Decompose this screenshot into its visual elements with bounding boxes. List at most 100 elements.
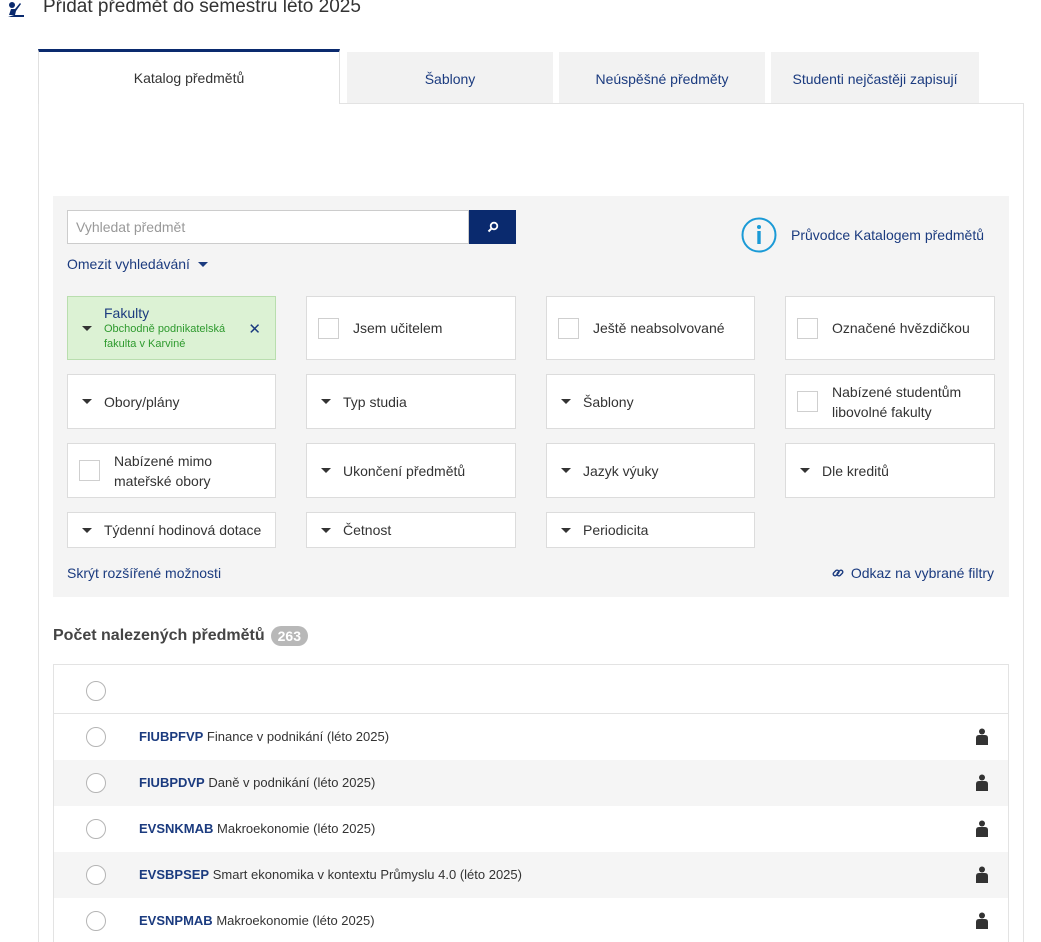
teacher-icon (8, 2, 24, 17)
close-icon[interactable]: ✕ (248, 320, 261, 338)
results-count-label: Počet nalezených předmětů (53, 627, 265, 644)
search-button[interactable] (469, 210, 516, 244)
course-name: Makroekonomie (léto 2025) (216, 913, 375, 928)
checkbox[interactable] (797, 317, 818, 339)
table-row[interactable]: EVSNKMAB Makroekonomie (léto 2025) (54, 806, 1008, 852)
refine-search-toggle[interactable]: Omezit vyhledávání (67, 256, 208, 272)
row-radio[interactable] (86, 911, 106, 931)
filter-language[interactable]: Jazyk výuky (546, 443, 755, 498)
filters-link-label: Odkaz na vybrané filtry (850, 565, 994, 581)
course-title: EVSNKMAB Makroekonomie (léto 2025) (139, 821, 375, 836)
page-header: Přidat předmět do semestru léto 2025 (0, 0, 1041, 20)
filter-templates[interactable]: Šablony (546, 374, 755, 429)
select-all-row (54, 668, 1008, 714)
filter-label: Jsem učitelem (353, 320, 443, 336)
filter-completion[interactable]: Ukončení předmětů (306, 443, 516, 498)
filter-outside-programs[interactable]: Nabízené mimo mateřské obory (67, 443, 276, 498)
filter-weekly-hours[interactable]: Týdenní hodinová dotace (67, 512, 276, 548)
tab-course-catalog[interactable]: Katalog předmětů (38, 49, 340, 104)
chevron-down-icon (82, 399, 92, 404)
filter-not-completed[interactable]: Ještě neabsolvované (546, 296, 755, 360)
filter-credits[interactable]: Dle kreditů (785, 443, 995, 498)
course-name: Daně v podnikání (léto 2025) (208, 775, 376, 790)
course-code[interactable]: EVSNPMAB (139, 913, 213, 928)
filter-teacher[interactable]: Jsem učitelem (306, 296, 516, 360)
filter-periodicity[interactable]: Periodicita (546, 512, 755, 548)
filter-label: Ještě neabsolvované (593, 320, 725, 336)
checkbox[interactable] (318, 317, 339, 339)
info-icon (741, 217, 777, 253)
person-icon (976, 728, 988, 745)
course-code[interactable]: FIUBPFVP (139, 729, 203, 744)
filter-label: Nabízené studentům libovolné fakulty (832, 382, 961, 422)
table-row[interactable]: FIUBPFVP Finance v podnikání (léto 2025) (54, 714, 1008, 760)
filter-label: Šablony (583, 393, 634, 410)
hide-advanced-link[interactable]: Skrýt rozšířené možnosti (67, 565, 221, 581)
course-title: FIUBPDVP Daně v podnikání (léto 2025) (139, 775, 375, 790)
faculty-filter-text: Fakulty Obchodně podnikatelská fakulta v… (104, 305, 225, 352)
filter-label: Označené hvězdičkou (832, 320, 970, 336)
course-code[interactable]: EVSBPSEP (139, 867, 209, 882)
course-name: Smart ekonomika v kontextu Průmyslu 4.0 … (212, 867, 522, 882)
row-radio[interactable] (86, 727, 106, 747)
filter-label: Dle kreditů (822, 462, 889, 479)
filter-label: Jazyk výuky (583, 462, 659, 479)
chevron-down-icon (561, 399, 571, 404)
table-row[interactable]: FIUBPDVP Daně v podnikání (léto 2025) (54, 760, 1008, 806)
row-radio[interactable] (86, 773, 106, 793)
chevron-down-icon (82, 527, 92, 533)
faculty-filter-value: fakulta v Karviné (104, 337, 186, 350)
table-row[interactable]: EVSBPSEP Smart ekonomika v kontextu Prům… (54, 852, 1008, 898)
filter-label: Týdenní hodinová dotace (104, 522, 262, 538)
person-icon (976, 774, 988, 791)
filter-starred[interactable]: Označené hvězdičkou (785, 296, 995, 360)
filter-frequency[interactable]: Četnost (306, 512, 516, 548)
filter-label-line: Nabízené mimo (114, 452, 213, 469)
filter-label-line: libovolné fakulty (832, 403, 932, 420)
filter-any-faculty[interactable]: Nabízené studentům libovolné fakulty (785, 374, 995, 429)
chevron-down-icon (321, 399, 331, 404)
tab-popular-courses[interactable]: Studenti nejčastěji zapisují (771, 52, 979, 103)
filter-label: Ukončení předmětů (343, 462, 466, 479)
tab-failed-courses[interactable]: Neúspěšné předměty (559, 52, 765, 103)
course-title: EVSNPMAB Makroekonomie (léto 2025) (139, 913, 375, 928)
filter-label-line: mateřské obory (114, 472, 211, 489)
person-icon (976, 820, 988, 837)
course-name: Finance v podnikání (léto 2025) (206, 729, 390, 744)
results-count-badge: 263 (270, 626, 308, 646)
search-bar (67, 210, 516, 244)
page-title: Přidat předmět do semestru léto 2025 (43, 0, 361, 17)
faculty-filter-value: Obchodně podnikatelská (104, 322, 226, 335)
chevron-down-icon (82, 325, 92, 331)
filter-study-type[interactable]: Typ studia (306, 374, 516, 429)
faculty-filter-title: Fakulty (104, 304, 150, 321)
search-icon (487, 221, 498, 233)
row-radio[interactable] (86, 865, 106, 885)
course-code[interactable]: FIUBPDVP (139, 775, 205, 790)
tab-templates[interactable]: Šablony (347, 52, 553, 103)
checkbox[interactable] (79, 460, 100, 481)
row-radio[interactable] (86, 819, 106, 839)
table-row[interactable]: EVSNPMAB Makroekonomie (léto 2025) (54, 898, 1008, 942)
filters-link[interactable]: Odkaz na vybrané filtry (832, 565, 994, 581)
course-code[interactable]: EVSNKMAB (139, 821, 213, 836)
course-title: FIUBPFVP Finance v podnikání (léto 2025) (139, 729, 389, 744)
filter-label-line: Nabízené studentům (832, 383, 962, 400)
checkbox[interactable] (797, 391, 818, 412)
filter-label: Nabízené mimo mateřské obory (114, 451, 212, 491)
chevron-down-icon (197, 261, 208, 267)
chevron-down-icon (321, 527, 331, 533)
filter-label: Četnost (343, 522, 392, 538)
filter-programs[interactable]: Obory/plány (67, 374, 276, 429)
filter-label: Typ studia (343, 393, 407, 410)
filter-faculty[interactable]: Fakulty Obchodně podnikatelská fakulta v… (67, 296, 276, 360)
person-icon (976, 866, 988, 883)
catalog-guide-link[interactable]: Průvodce Katalogem předmětů (741, 217, 984, 253)
checkbox[interactable] (558, 317, 579, 339)
tab-bar: Katalog předmětů Šablony Neúspěšné předm… (38, 49, 1024, 104)
results-list: FIUBPFVP Finance v podnikání (léto 2025)… (53, 664, 1009, 942)
chevron-down-icon (321, 468, 331, 473)
course-title: EVSBPSEP Smart ekonomika v kontextu Prům… (139, 867, 522, 882)
search-input[interactable] (67, 210, 469, 244)
select-all-radio[interactable] (86, 681, 106, 701)
